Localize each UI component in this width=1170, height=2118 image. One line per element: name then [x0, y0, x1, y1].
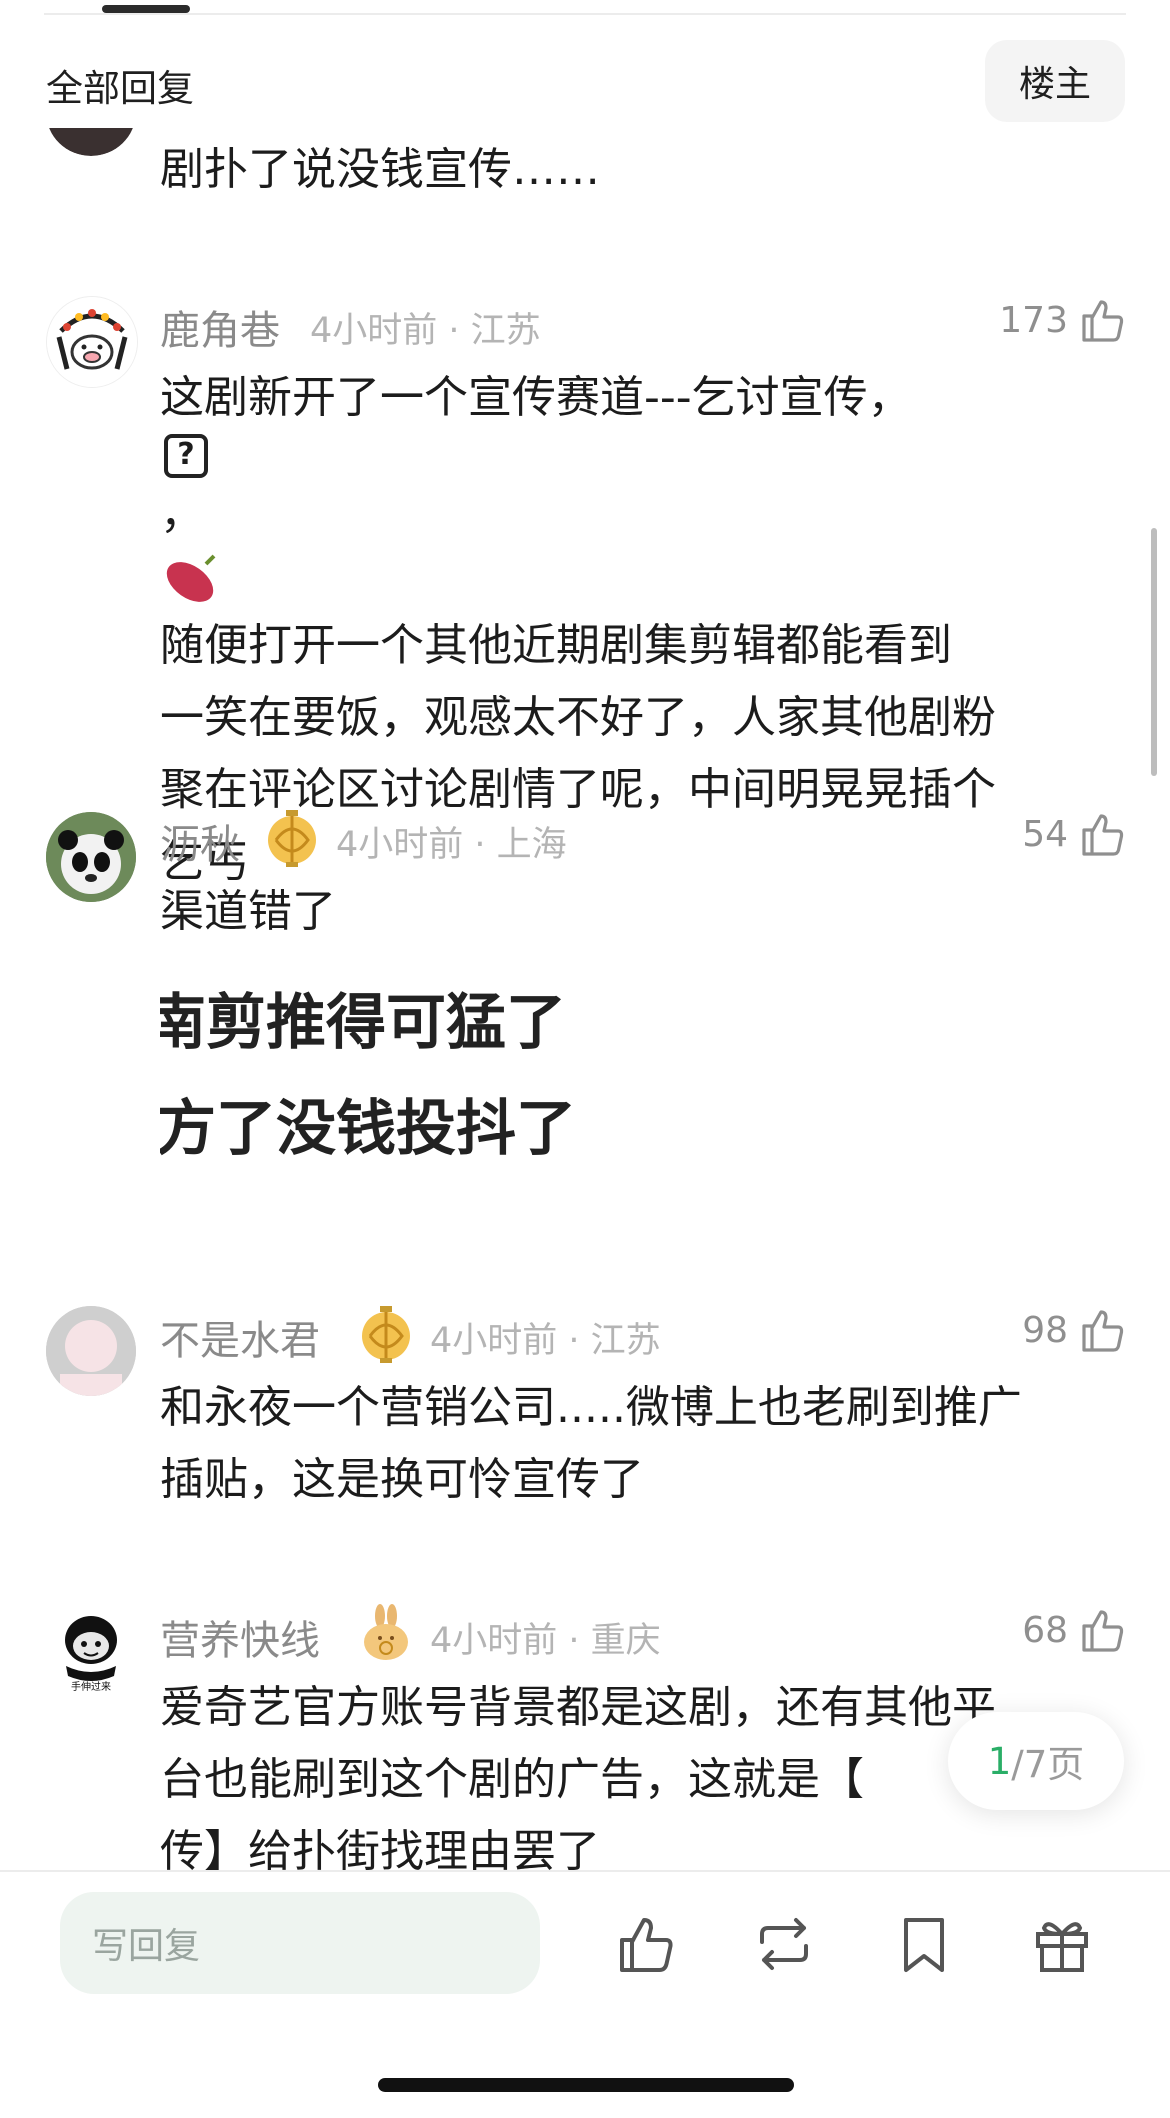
- image-text-line: 南剪推得可猛了: [160, 988, 566, 1058]
- lantern-badge-icon: [264, 808, 320, 868]
- question-mark-icon: ?: [164, 434, 208, 478]
- like-count: 98: [1022, 1309, 1068, 1351]
- gift-icon[interactable]: [1030, 1912, 1094, 1976]
- like-count: 54: [1022, 813, 1068, 855]
- like-button[interactable]: 98: [1022, 1306, 1126, 1354]
- username[interactable]: 沥秋: [160, 812, 240, 870]
- thumbs-up-icon[interactable]: [614, 1912, 678, 1976]
- page-indicator[interactable]: 1/7页: [948, 1712, 1124, 1810]
- username[interactable]: 鹿角巷: [160, 298, 280, 356]
- scrollbar[interactable]: [1151, 528, 1157, 776]
- comment-meta: 4小时前 · 江苏: [430, 1321, 661, 1361]
- page-title: 全部回复: [46, 67, 194, 110]
- like-button[interactable]: 54: [1022, 810, 1126, 858]
- avatar-default-icon: [46, 1306, 136, 1396]
- op-only-button[interactable]: 楼主: [985, 40, 1125, 122]
- comment-image[interactable]: 南剪推得可猛了 方了没钱投抖了: [160, 968, 596, 1208]
- avatar[interactable]: [46, 812, 136, 902]
- comment-text: 剧扑了说没钱宣传……: [160, 144, 600, 195]
- avatar-panda-icon: [46, 812, 136, 902]
- repost-icon[interactable]: [752, 1912, 816, 1976]
- reply-input[interactable]: 写回复: [60, 1892, 540, 1994]
- avatar[interactable]: [46, 296, 138, 388]
- like-button[interactable]: 68: [1022, 1606, 1126, 1654]
- home-indicator: [378, 2078, 794, 2092]
- avatar[interactable]: [46, 1306, 136, 1396]
- rabbit-badge-icon: [358, 1604, 414, 1664]
- like-count: 173: [999, 299, 1068, 341]
- thumbs-up-icon: [1082, 300, 1124, 342]
- comment-meta: 4小时前 · 江苏: [310, 311, 541, 351]
- avatar-pig-icon: [47, 297, 137, 387]
- top-divider: [44, 13, 1126, 15]
- top-tab-indicator: [102, 5, 190, 13]
- avatar-caption: 手伸过来: [71, 1682, 111, 1693]
- thumbs-up-icon: [1082, 814, 1124, 856]
- total-pages: /7页: [1011, 1743, 1085, 1786]
- like-button[interactable]: 173: [999, 296, 1126, 344]
- thumbs-up-icon: [1082, 1610, 1124, 1652]
- comment-meta: 4小时前 · 重庆: [430, 1621, 661, 1661]
- thumbs-up-icon: [1082, 1310, 1124, 1352]
- username[interactable]: 营养快线: [160, 1608, 320, 1666]
- avatar[interactable]: 手伸过来: [46, 1606, 136, 1696]
- comment-text: 渠道错了: [160, 886, 336, 937]
- image-text-line: 方了没钱投抖了: [160, 1094, 576, 1164]
- comment-text: 和永夜一个营销公司.....微博上也老刷到推广 插贴，这是换可怜宣传了: [160, 1382, 1022, 1505]
- like-count: 68: [1022, 1609, 1068, 1651]
- current-page: 1: [987, 1739, 1012, 1783]
- sweet-potato-icon: [160, 550, 220, 610]
- username[interactable]: 不是水君: [160, 1308, 320, 1366]
- comment-meta: 4小时前 · 上海: [336, 825, 567, 865]
- bookmark-icon[interactable]: [892, 1912, 956, 1976]
- lantern-badge-icon: [358, 1304, 414, 1364]
